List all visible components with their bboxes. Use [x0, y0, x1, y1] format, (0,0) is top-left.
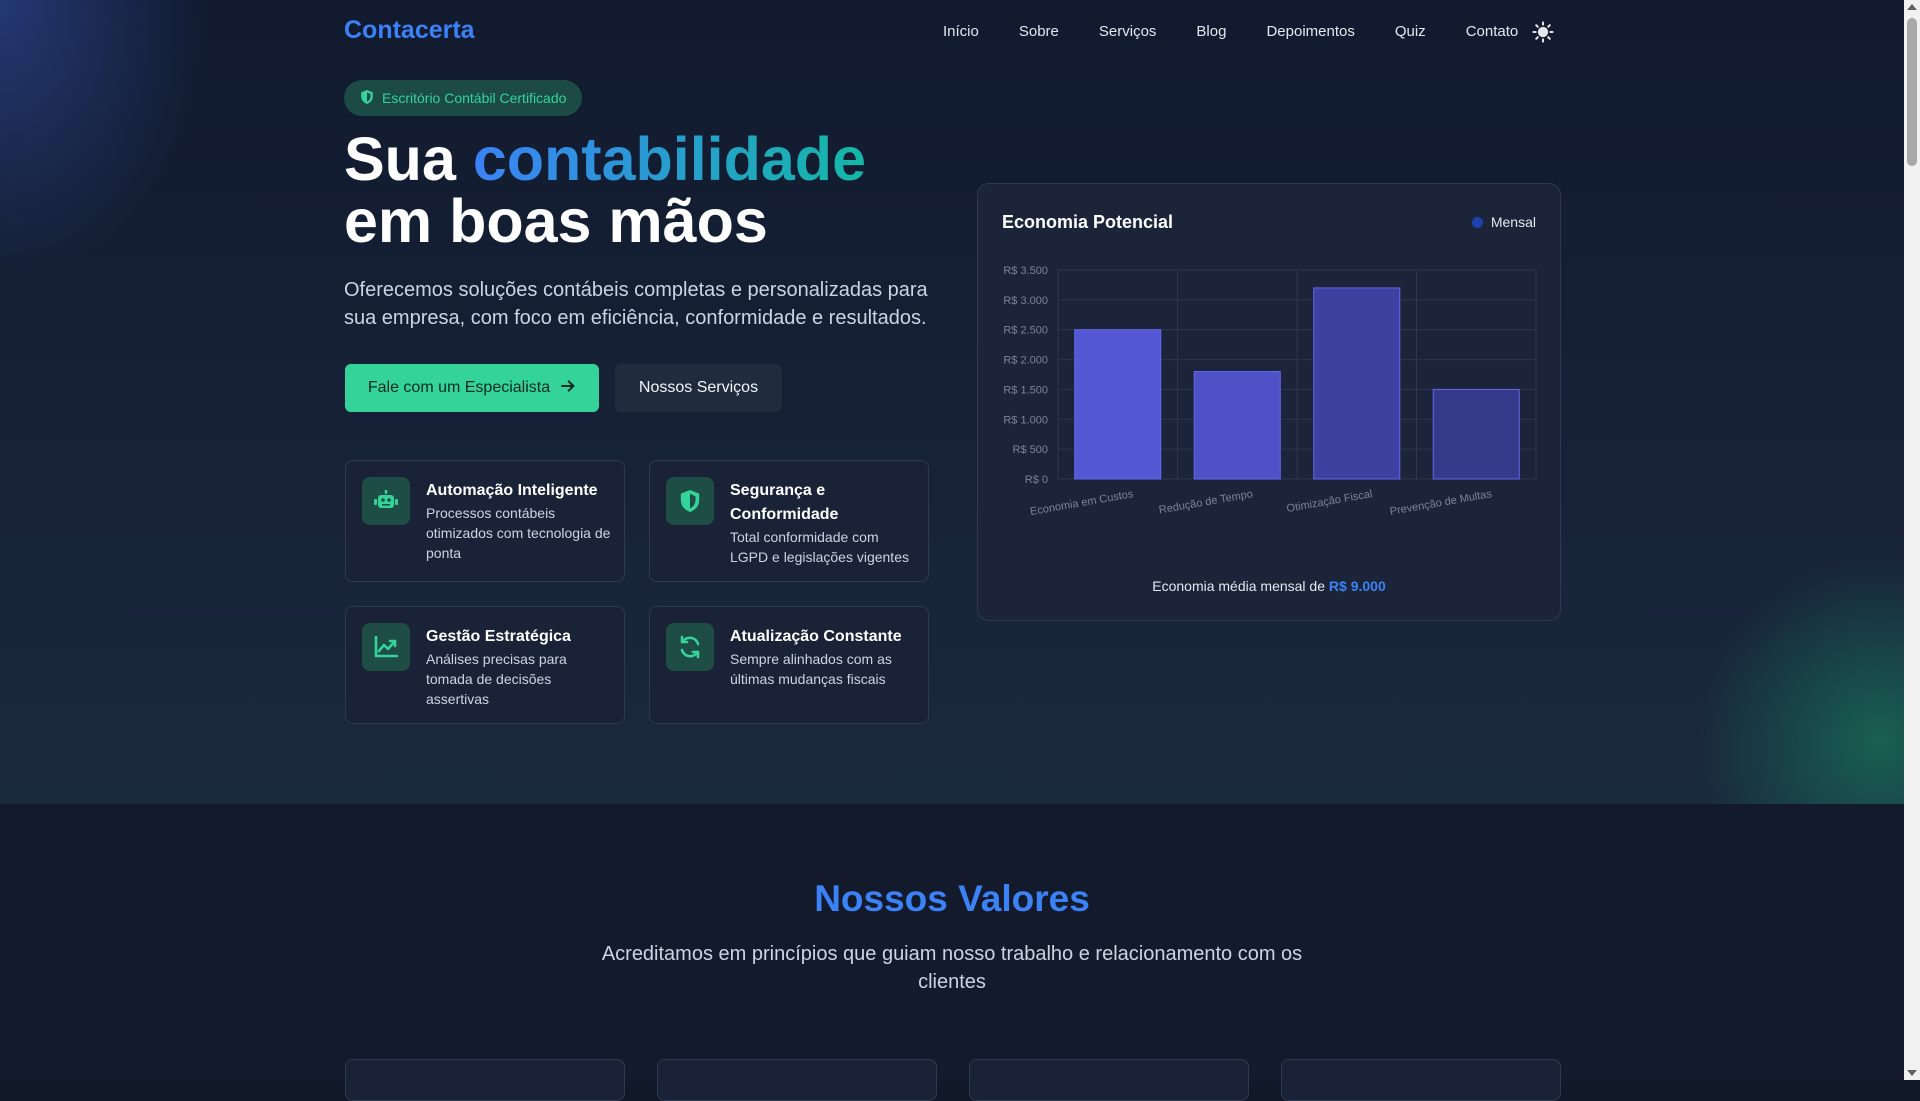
feature-card-security: Segurança e Conformidade Total conformid…	[649, 460, 929, 582]
contact-specialist-label: Fale com um Especialista	[367, 379, 551, 396]
logo[interactable]: Contacerta	[344, 16, 475, 45]
hero-lead: Oferecemos soluções contábeis completas …	[344, 279, 928, 329]
scroll-down-arrow[interactable]	[1907, 1070, 1917, 1076]
shield-icon	[666, 477, 714, 525]
x-tick-label: Prevenção de Multas	[1389, 488, 1493, 518]
feature-card-strategy: Gestão Estratégica Análises precisas par…	[345, 606, 625, 724]
headline-highlight: contabilidade	[472, 125, 866, 193]
chart-footer-text: Economia média mensal de	[1152, 578, 1329, 594]
nav-sobre[interactable]: Sobre	[1019, 23, 1059, 40]
bar	[1313, 287, 1401, 480]
sun-icon[interactable]	[1532, 21, 1554, 43]
our-services-button[interactable]: Nossos Serviços	[615, 364, 782, 412]
feature-desc: Total conformidade com LGPD e legislaçõe…	[730, 529, 909, 565]
robot-icon	[362, 477, 410, 525]
value-card	[345, 1059, 625, 1101]
hero-headline: Sua contabilidade em boas mãos	[344, 128, 866, 252]
nav-quiz[interactable]: Quiz	[1395, 23, 1426, 40]
value-card	[1281, 1059, 1561, 1101]
chart-line-icon	[362, 623, 410, 671]
x-tick-label: Otimização Fiscal	[1286, 488, 1374, 515]
scrollbar[interactable]	[1904, 0, 1920, 1080]
feature-title: Segurança e Conformidade	[730, 482, 839, 523]
badge-label: Escritório Contábil Certificado	[382, 90, 567, 106]
headline-line2: em boas mãos	[344, 187, 768, 255]
feature-card-updates: Atualização Constante Sempre alinhados c…	[649, 606, 929, 724]
certified-badge: Escritório Contábil Certificado	[344, 80, 583, 116]
y-tick-label: R$ 1.500	[1003, 384, 1048, 396]
value-card	[969, 1059, 1249, 1101]
bar	[1193, 371, 1281, 480]
y-tick-label: R$ 2.500	[1003, 325, 1048, 337]
feature-title: Atualização Constante	[730, 628, 902, 645]
scroll-up-arrow[interactable]	[1907, 4, 1917, 10]
nav-servicos[interactable]: Serviços	[1099, 23, 1157, 40]
arrow-right-icon	[560, 378, 576, 399]
bar	[1432, 388, 1520, 480]
nav-inicio[interactable]: Início	[943, 23, 979, 40]
bar	[1074, 329, 1162, 480]
feature-desc: Análises precisas para tomada de decisõe…	[426, 651, 567, 707]
y-tick-label: R$ 3.500	[1003, 265, 1048, 277]
savings-chart-card: Economia Potencial Mensal R$ 0 R$ 500 R$ 1…	[977, 183, 1561, 621]
y-tick-label: R$ 1.000	[1003, 414, 1048, 426]
feature-title: Automação Inteligente	[426, 482, 598, 499]
y-tick-label: R$ 500	[1013, 444, 1048, 456]
values-subtitle: Acreditamos em princípios que guiam noss…	[601, 943, 1303, 993]
value-card	[657, 1059, 937, 1101]
refresh-icon	[666, 623, 714, 671]
y-tick-label: R$ 0	[1025, 474, 1048, 486]
nav-depoimentos[interactable]: Depoimentos	[1266, 23, 1354, 40]
chart-footer-value: R$ 9.000	[1328, 578, 1386, 594]
feature-desc: Sempre alinhados com as últimas mudanças…	[730, 651, 892, 687]
y-tick-label: R$ 2.000	[1003, 355, 1048, 367]
headline-part1: Sua	[344, 125, 473, 193]
nav-blog[interactable]: Blog	[1196, 23, 1226, 40]
main-nav: Início Sobre Serviços Blog Depoimentos Q…	[943, 23, 1558, 40]
x-tick-label: Redução de Tempo	[1158, 488, 1254, 516]
hero-section	[0, 0, 1904, 804]
bar-chart: R$ 0 R$ 500 R$ 1.000 R$ 1.500 R$ 2.000 R$ 2.5…	[1003, 265, 1537, 518]
nav-contato[interactable]: Contato	[1466, 23, 1519, 40]
scrollbar-thumb[interactable]	[1907, 18, 1917, 166]
shield-check-icon	[360, 89, 374, 108]
feature-desc: Processos contábeis otimizados com tecno…	[426, 505, 611, 561]
chart-footer: Economia média mensal de R$ 9.000	[978, 578, 1560, 594]
y-tick-label: R$ 3.000	[1003, 295, 1048, 307]
values-title: Nossos Valores	[814, 878, 1090, 919]
feature-card-automation: Automação Inteligente Processos contábei…	[345, 460, 625, 582]
our-services-label: Nossos Serviços	[638, 379, 759, 396]
feature-title: Gestão Estratégica	[426, 628, 571, 645]
x-tick-label: Economia em Custos	[1029, 488, 1135, 518]
contact-specialist-button[interactable]: Fale com um Especialista	[345, 364, 599, 412]
